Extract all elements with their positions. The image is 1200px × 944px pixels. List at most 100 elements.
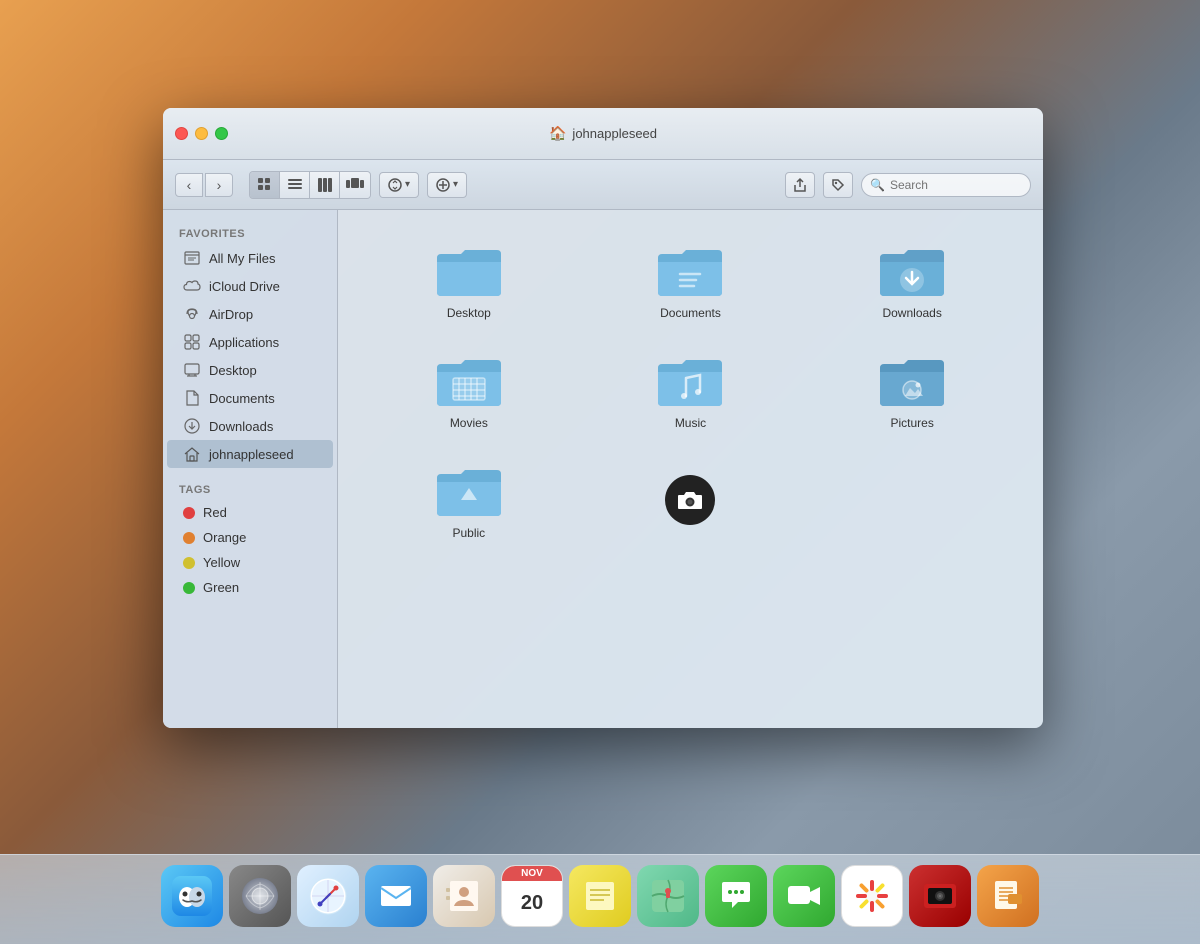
title-bar: 🏠 johnappleseed xyxy=(163,108,1043,160)
maximize-button[interactable] xyxy=(215,127,228,140)
tag-yellow-dot xyxy=(183,557,195,569)
view-mode-buttons xyxy=(249,171,371,199)
file-item-pictures[interactable]: Pictures xyxy=(801,340,1023,440)
list-view-button[interactable] xyxy=(280,172,310,198)
coverflow-view-button[interactable] xyxy=(340,172,370,198)
sidebar-item-desktop[interactable]: Desktop xyxy=(167,356,333,384)
desktop-icon xyxy=(183,361,201,379)
calendar-month: NOV xyxy=(501,866,563,881)
toolbar: ‹ › xyxy=(163,160,1043,210)
downloads-icon xyxy=(183,417,201,435)
dock-item-finder[interactable] xyxy=(161,865,223,927)
sidebar-label-airdrop: AirDrop xyxy=(209,307,253,322)
main-content: Favorites All My Files xyxy=(163,210,1043,728)
dock-item-messages[interactable] xyxy=(705,865,767,927)
airdrop-icon xyxy=(183,305,201,323)
sidebar-item-tag-red[interactable]: Red xyxy=(167,500,333,525)
dock-item-safari[interactable] xyxy=(297,865,359,927)
window-title: 🏠 johnappleseed xyxy=(549,125,657,142)
sidebar-label-tag-yellow: Yellow xyxy=(203,555,240,570)
file-name-music: Music xyxy=(675,416,706,430)
nav-buttons: ‹ › xyxy=(175,173,233,197)
sidebar-item-icloud-drive[interactable]: iCloud Drive xyxy=(167,272,333,300)
sidebar-label-documents: Documents xyxy=(209,391,275,406)
dock-item-notes[interactable] xyxy=(569,865,631,927)
forward-button[interactable]: › xyxy=(205,173,233,197)
dock-item-photobooth[interactable] xyxy=(909,865,971,927)
sidebar-item-applications[interactable]: Applications xyxy=(167,328,333,356)
folder-icon-downloads xyxy=(876,240,948,300)
sidebar-label-johnappleseed: johnappleseed xyxy=(209,447,294,462)
column-view-button[interactable] xyxy=(310,172,340,198)
file-item-documents[interactable]: Documents xyxy=(580,230,802,330)
file-name-downloads: Downloads xyxy=(882,306,941,320)
sidebar-item-tag-green[interactable]: Green xyxy=(167,575,333,600)
camera-circle xyxy=(665,475,715,525)
dock-item-pages[interactable] xyxy=(977,865,1039,927)
arrange-button[interactable]: ▾ xyxy=(379,172,419,198)
folder-icon-music xyxy=(654,350,726,410)
file-item-movies[interactable]: Movies xyxy=(358,340,580,440)
search-icon: 🔍 xyxy=(870,178,885,192)
file-name-pictures: Pictures xyxy=(890,416,933,430)
dock-item-facetime[interactable] xyxy=(773,865,835,927)
dock-item-contacts[interactable] xyxy=(433,865,495,927)
sidebar: Favorites All My Files xyxy=(163,210,338,728)
close-button[interactable] xyxy=(175,127,188,140)
folder-icon-desktop xyxy=(433,240,505,300)
folder-icon-movies xyxy=(433,350,505,410)
sidebar-item-tag-yellow[interactable]: Yellow xyxy=(167,550,333,575)
file-item-public[interactable]: Public xyxy=(358,450,580,550)
dock-item-photos[interactable] xyxy=(841,865,903,927)
tag-red-dot xyxy=(183,507,195,519)
tag-green-dot xyxy=(183,582,195,594)
dock-item-calendar[interactable]: NOV 20 xyxy=(501,865,563,927)
sidebar-item-airdrop[interactable]: AirDrop xyxy=(167,300,333,328)
file-item-downloads[interactable]: Downloads xyxy=(801,230,1023,330)
file-item-music[interactable]: Music xyxy=(580,340,802,440)
file-item-desktop[interactable]: Desktop xyxy=(358,230,580,330)
home-icon: 🏠 xyxy=(549,125,566,142)
icon-view-button[interactable] xyxy=(250,172,280,198)
sidebar-item-documents[interactable]: Documents xyxy=(167,384,333,412)
sidebar-item-all-my-files[interactable]: All My Files xyxy=(167,244,333,272)
sidebar-label-all-my-files: All My Files xyxy=(209,251,275,266)
title-label: johnappleseed xyxy=(572,126,657,141)
home-icon xyxy=(183,445,201,463)
folder-icon-documents xyxy=(654,240,726,300)
tag-button[interactable] xyxy=(823,172,853,198)
sidebar-label-applications: Applications xyxy=(209,335,279,350)
sidebar-label-tag-red: Red xyxy=(203,505,227,520)
file-name-documents: Documents xyxy=(660,306,721,320)
file-name-desktop: Desktop xyxy=(447,306,491,320)
sidebar-item-downloads[interactable]: Downloads xyxy=(167,412,333,440)
sidebar-label-desktop: Desktop xyxy=(209,363,257,378)
search-bar[interactable]: 🔍 xyxy=(861,173,1031,197)
tags-section-title: Tags xyxy=(163,478,337,500)
favorites-section-title: Favorites xyxy=(163,222,337,244)
search-input[interactable] xyxy=(890,178,1022,192)
minimize-button[interactable] xyxy=(195,127,208,140)
screenshot-camera-icon[interactable] xyxy=(580,450,802,550)
folder-icon-pictures xyxy=(876,350,948,410)
calendar-day: 20 xyxy=(521,891,543,915)
documents-icon xyxy=(183,389,201,407)
dock-item-mail[interactable] xyxy=(365,865,427,927)
dock-item-maps[interactable] xyxy=(637,865,699,927)
action-button[interactable]: ▾ xyxy=(427,172,467,198)
share-button[interactable] xyxy=(785,172,815,198)
sidebar-label-downloads: Downloads xyxy=(209,419,273,434)
dock: NOV 20 xyxy=(0,854,1200,944)
tag-orange-dot xyxy=(183,532,195,544)
back-button[interactable]: ‹ xyxy=(175,173,203,197)
sidebar-label-icloud-drive: iCloud Drive xyxy=(209,279,280,294)
sidebar-label-tag-orange: Orange xyxy=(203,530,246,545)
icloud-drive-icon xyxy=(183,277,201,295)
sidebar-item-tag-orange[interactable]: Orange xyxy=(167,525,333,550)
finder-window: 🏠 johnappleseed ‹ › xyxy=(163,108,1043,728)
folder-icon-public xyxy=(433,460,505,520)
file-name-movies: Movies xyxy=(450,416,488,430)
file-area: Desktop Documents Downloads xyxy=(338,210,1043,728)
sidebar-item-johnappleseed[interactable]: johnappleseed xyxy=(167,440,333,468)
dock-item-launchpad[interactable] xyxy=(229,865,291,927)
